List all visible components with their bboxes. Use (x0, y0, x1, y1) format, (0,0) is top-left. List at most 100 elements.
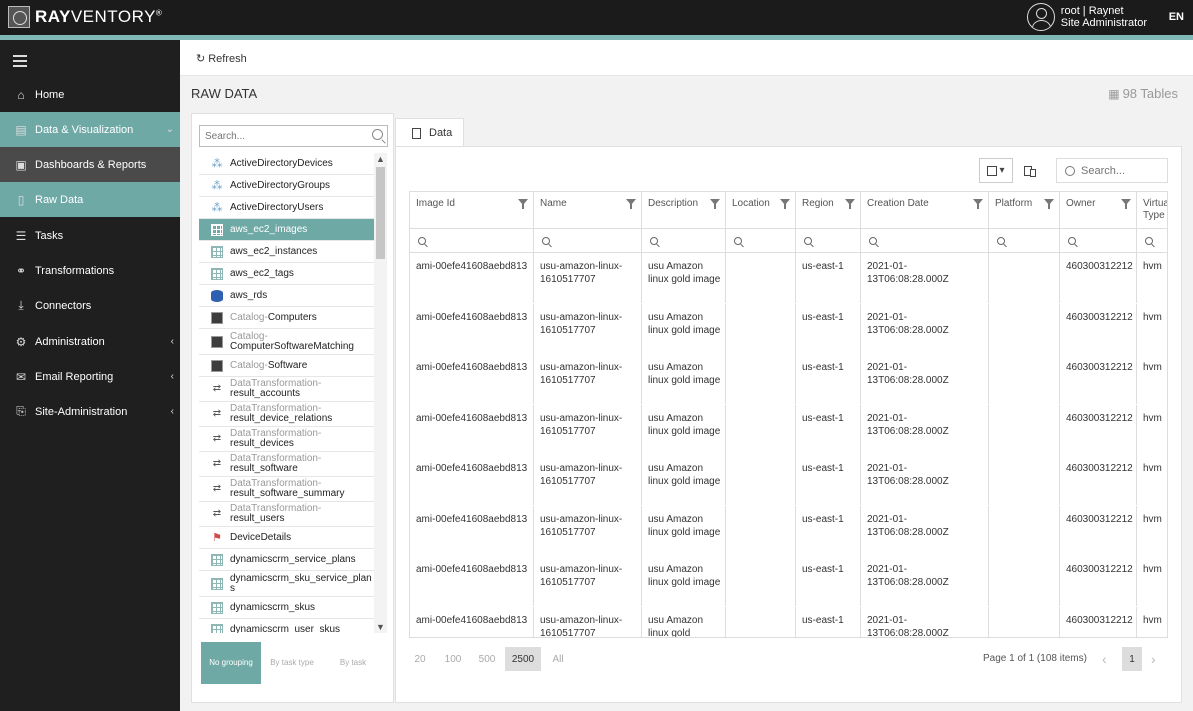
filter-icon[interactable] (845, 199, 855, 209)
column-filter-cell[interactable] (1060, 229, 1137, 253)
column-header[interactable]: Name (534, 192, 642, 229)
sidebar-item-data-visualization[interactable]: ▤ Data & Visualization ⌄ (0, 112, 180, 147)
table-list-item[interactable]: Catalog-Software (199, 355, 374, 377)
table-cell: ami-00efe41608aebd813 (410, 253, 534, 303)
scroll-down-icon[interactable]: ▼ (374, 621, 387, 633)
column-filter-cell[interactable] (796, 229, 861, 253)
table-row[interactable]: ami-00efe41608aebd813 usu-amazon-linux-16… (410, 606, 1167, 637)
table-list-item[interactable]: ⇄ DataTransformation-result_software (199, 452, 374, 477)
hamburger-menu-icon[interactable] (13, 55, 27, 70)
page-size-option[interactable]: 100 (436, 647, 470, 671)
page-size-option[interactable]: 500 (472, 647, 502, 671)
sidebar-item-email-reporting[interactable]: ✉ Email Reporting ‹ (0, 359, 180, 394)
table-search-input[interactable] (200, 126, 365, 146)
table-row[interactable]: ami-00efe41608aebd813 usu-amazon-linux-16… (410, 303, 1167, 354)
no-grouping-button[interactable]: No grouping (201, 642, 261, 684)
table-list-item[interactable]: ⇄ DataTransformation-result_software_summ… (199, 477, 374, 502)
table-list-item[interactable]: dynamicscrm_user_skus (199, 619, 374, 633)
filter-icon[interactable] (626, 199, 636, 209)
table-row[interactable]: ami-00efe41608aebd813 usu-amazon-linux-16… (410, 253, 1167, 303)
column-header[interactable]: Platform (989, 192, 1060, 229)
column-header[interactable]: Image Id (410, 192, 534, 229)
table-list-item[interactable]: ⁂ ActiveDirectoryUsers (199, 197, 374, 219)
logo[interactable]: RAYVENTORY® (8, 6, 162, 28)
by-task-button[interactable]: By task (323, 642, 383, 684)
table-list-item[interactable]: aws_rds (199, 285, 374, 307)
table-list-item[interactable]: dynamicscrm_sku_service_plan s (199, 571, 374, 597)
grid-search[interactable] (1056, 158, 1168, 183)
page-size-option[interactable]: 2500 (505, 647, 541, 671)
column-header[interactable]: Region (796, 192, 861, 229)
filter-icon[interactable] (1044, 199, 1054, 209)
table-list-item[interactable]: dynamicscrm_service_plans (199, 549, 374, 571)
sidebar-item-site-administration[interactable]: ⎘ Site-Administration ‹ (0, 394, 180, 429)
table-row[interactable]: ami-00efe41608aebd813 usu-amazon-linux-16… (410, 505, 1167, 556)
table-list-item[interactable]: aws_ec2_tags (199, 263, 374, 285)
column-filter-cell[interactable] (642, 229, 726, 253)
sidebar-item-raw-data[interactable]: ▯ Raw Data (0, 182, 180, 217)
table-list-item[interactable]: aws_ec2_instances (199, 241, 374, 263)
sidebar-item-administration[interactable]: ⚙ Administration ‹ (0, 324, 180, 359)
filter-icon[interactable] (973, 199, 983, 209)
column-filter-cell[interactable] (989, 229, 1060, 253)
by-task-type-button[interactable]: By task type (261, 642, 323, 684)
table-row[interactable]: ami-00efe41608aebd813 usu-amazon-linux-16… (410, 354, 1167, 404)
prev-page-icon[interactable]: ‹ (1102, 651, 1107, 667)
page-size-option[interactable]: 20 (409, 647, 431, 671)
column-filter-cell[interactable] (534, 229, 642, 253)
column-header[interactable]: Description (642, 192, 726, 229)
scroll-up-icon[interactable]: ▲ (374, 153, 387, 165)
filter-icon[interactable] (710, 199, 720, 209)
column-header[interactable]: Location (726, 192, 796, 229)
table-list-scrollbar[interactable]: ▲ ▼ (374, 153, 387, 633)
column-chooser-button[interactable] (1018, 158, 1042, 183)
table-list-item[interactable]: ⇄ DataTransformation-result_accounts (199, 377, 374, 402)
table-list-item[interactable]: ⁂ ActiveDirectoryGroups (199, 175, 374, 197)
table-list-item-label: aws_ec2_images (230, 223, 308, 235)
pager: 20 100 500 2500 All Page 1 of 1 (108 items) … (409, 647, 1168, 671)
column-filter-cell[interactable] (861, 229, 989, 253)
table-cell: usu-amazon-linux-1610517707 (534, 455, 642, 505)
language-switch[interactable]: EN (1169, 11, 1184, 23)
refresh-button[interactable]: ↻ Refresh (196, 52, 247, 66)
sidebar-item-home[interactable]: ⌂ Home (0, 77, 180, 112)
scrollbar-thumb[interactable] (376, 167, 385, 259)
tab-data[interactable]: Data (395, 118, 464, 147)
page-size-option[interactable]: All (546, 647, 570, 671)
table-list-item[interactable]: dynamicscrm_skus (199, 597, 374, 619)
sidebar-item-transformations[interactable]: ⚭ Transformations (0, 253, 180, 288)
export-button[interactable]: ▾ (979, 158, 1013, 183)
table-row[interactable]: ami-00efe41608aebd813 usu-amazon-linux-16… (410, 455, 1167, 505)
search-icon[interactable] (372, 129, 383, 140)
filter-icon[interactable] (780, 199, 790, 209)
column-header-label: Platform (995, 198, 1033, 209)
column-filter-cell[interactable] (1137, 229, 1167, 253)
sidebar-item-dashboards-reports[interactable]: ▣ Dashboards & Reports (0, 147, 180, 182)
table-list-item[interactable]: ⇄ DataTransformation-result_users (199, 502, 374, 527)
column-header[interactable]: Owner (1060, 192, 1137, 229)
page-number-button[interactable]: 1 (1122, 647, 1142, 671)
table-cell: 2021-01-13T06:08:28.000Z (861, 303, 989, 354)
sidebar-item-tasks[interactable]: ☰ Tasks (0, 218, 180, 253)
column-filter-cell[interactable] (410, 229, 534, 253)
table-list-item[interactable]: ⁂ ActiveDirectoryDevices (199, 153, 374, 175)
column-header[interactable]: Virtual Type (1137, 192, 1167, 229)
table-list-item[interactable]: ⚑ DeviceDetails (199, 527, 374, 549)
table-list-item[interactable]: aws_ec2_images (199, 219, 374, 241)
column-header[interactable]: Creation Date (861, 192, 989, 229)
table-list-item[interactable]: Catalog- ComputerSoftwareMatching (199, 329, 374, 355)
table-row[interactable]: ami-00efe41608aebd813 usu-amazon-linux-16… (410, 556, 1167, 606)
filter-icon[interactable] (1121, 199, 1131, 209)
table-list-item[interactable]: ⇄ DataTransformation-result_device_relati… (199, 402, 374, 427)
column-filter-cell[interactable] (726, 229, 796, 253)
transformation-icon: ⇄ (212, 508, 222, 519)
filter-icon[interactable] (518, 199, 528, 209)
table-list-item[interactable]: ⇄ DataTransformation-result_devices (199, 427, 374, 452)
user-menu[interactable]: root | Raynet Site Administrator (1026, 3, 1147, 31)
table-row[interactable]: ami-00efe41608aebd813 usu-amazon-linux-16… (410, 404, 1167, 455)
table-list-item[interactable]: Catalog-Computers (199, 307, 374, 329)
grid-search-input[interactable] (1081, 164, 1161, 177)
table-search[interactable] (199, 125, 388, 147)
sidebar-item-connectors[interactable]: ⤓ Connectors (0, 288, 180, 323)
next-page-icon[interactable]: › (1151, 651, 1156, 667)
